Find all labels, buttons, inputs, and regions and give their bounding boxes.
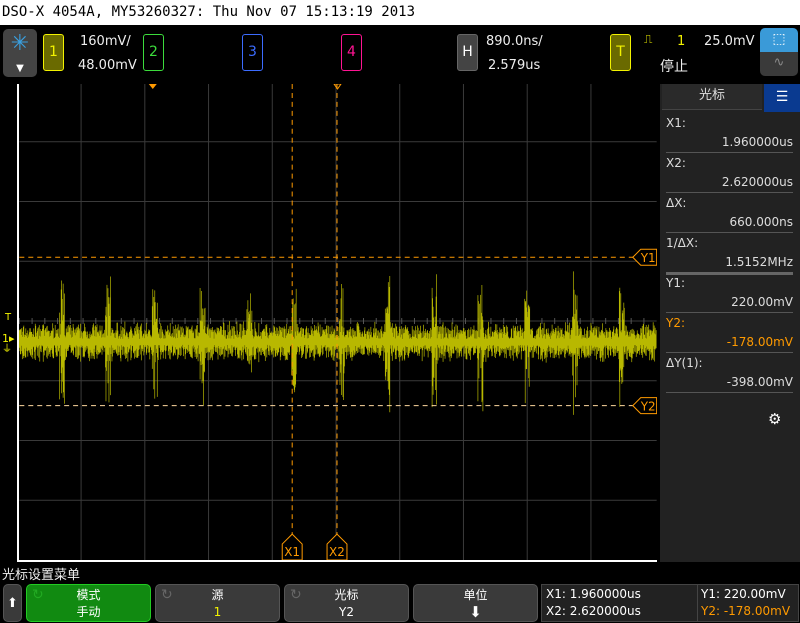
channel-3-button[interactable]: 3	[242, 34, 263, 71]
title-bar: DSO-X 4054A, MY53260327: Thu Nov 07 15:1…	[0, 0, 800, 25]
waveform-display[interactable]: X1 X2 Y1 Y2	[17, 84, 657, 562]
trigger-button[interactable]: T	[610, 34, 631, 71]
panel-item-value: 660.000ns	[729, 215, 793, 229]
panel-item-value: -398.00mV	[726, 375, 793, 389]
keysight-logo-icon: ✳	[10, 31, 30, 56]
panel-item-label: X1:	[666, 116, 686, 130]
run-status: 停止	[660, 59, 688, 75]
trigger-source: 1	[677, 34, 686, 49]
panel-item-label: Y1:	[666, 276, 686, 290]
menu-title: 光标设置菜单	[2, 568, 81, 583]
mode-softkey[interactable]: ↻ 模式 手动	[26, 584, 151, 622]
horizontal-button[interactable]: H	[457, 34, 478, 71]
panel-item-label: 1/ΔX:	[666, 236, 699, 250]
panel-item-value: 1.960000us	[721, 135, 793, 149]
ground-icon: ⏚	[2, 344, 12, 355]
channel-1-button[interactable]: 1	[43, 34, 64, 71]
chevron-down-icon: ▼	[16, 63, 24, 74]
rotate-knob-icon: ↻	[32, 587, 44, 603]
main-menu-button[interactable]: ✳ ▼	[3, 29, 37, 77]
panel-item-label: X2:	[666, 156, 686, 170]
divider	[666, 152, 793, 153]
select-box-icon: ⬚	[772, 31, 786, 47]
waveform-mode-button[interactable]: ∿	[760, 52, 798, 76]
x2-cursor-tag-label: X2	[329, 545, 345, 559]
panel-item-value: 220.00mV	[731, 295, 793, 309]
trigger-level-marker: T	[5, 312, 12, 323]
cursor-softkey[interactable]: ↻ 光标 Y2	[284, 584, 409, 622]
units-label: 单位	[463, 588, 488, 602]
y2-readout: Y2: -178.00mV	[701, 604, 791, 618]
rising-edge-icon: ⎍	[644, 32, 653, 46]
settings-gear-icon[interactable]: ⚙	[768, 410, 781, 428]
x2-readout: X2: 2.620000us	[546, 604, 641, 618]
panel-item-label: ΔX:	[666, 196, 687, 210]
rotate-knob-icon: ↻	[161, 587, 173, 603]
panel-item-value: 2.620000us	[721, 175, 793, 189]
panel-item-value: -178.00mV	[726, 335, 793, 349]
divider	[666, 192, 793, 193]
y1-readout: Y1: 220.00mV	[701, 587, 786, 601]
status-bar: ✳ ▼ 1 160mV/ 48.00mV 2 3 4 H 890.0ns/ 2.5…	[0, 25, 800, 84]
x-readout: X1: 1.960000us X2: 2.620000us	[541, 584, 698, 622]
rotate-knob-icon: ↻	[290, 587, 302, 603]
cursor-panel-tab[interactable]: 光标	[662, 84, 762, 110]
divider	[666, 392, 793, 393]
source-value: 1	[213, 605, 222, 619]
mode-label: 模式	[76, 588, 101, 602]
x1-readout: X1: 1.960000us	[546, 587, 641, 601]
y2-cursor-tag-label: Y2	[640, 400, 656, 414]
mode-value: 手动	[76, 605, 101, 619]
cursor-label: 光标	[334, 588, 359, 602]
horizontal-delay: 2.579us	[488, 58, 541, 73]
source-label: 源	[211, 588, 224, 602]
arrow-up-icon: ⬆	[7, 596, 18, 611]
list-icon: ☰	[775, 89, 789, 105]
channel-1-ground-marker[interactable]: 1▸	[2, 333, 15, 344]
cursor-panel: 光标 ☰ X1: 1.960000us X2: 2.620000us ΔX: 6…	[660, 84, 800, 562]
waveform-icon: ∿	[773, 55, 785, 70]
channel-2-button[interactable]: 2	[143, 34, 164, 71]
cursor-value: Y2	[339, 605, 354, 619]
channel-1-offset: 48.00mV	[78, 58, 137, 73]
panel-item-value: 1.5152MHz	[725, 255, 793, 269]
menu-list-button[interactable]: ☰	[764, 84, 800, 112]
divider	[666, 232, 793, 233]
horizontal-scale: 890.0ns/	[486, 34, 543, 49]
channel-4-button[interactable]: 4	[341, 34, 362, 71]
divider	[666, 352, 793, 353]
y1-cursor-tag-label: Y1	[640, 251, 656, 265]
y-readout: Y1: 220.00mV Y2: -178.00mV	[697, 584, 799, 622]
divider	[666, 272, 793, 275]
arrow-down-icon: ⬇	[469, 603, 482, 621]
units-softkey[interactable]: 单位 ⬇	[413, 584, 538, 622]
panel-item-label: Y2:	[666, 316, 686, 330]
zoom-box-mode-button[interactable]: ⬚	[760, 28, 798, 52]
menu-back-button[interactable]: ⬆	[3, 584, 22, 622]
trigger-level: 25.0mV	[704, 34, 755, 49]
channel-1-scale: 160mV/	[80, 34, 131, 49]
divider	[666, 312, 793, 313]
source-softkey[interactable]: ↻ 源 1	[155, 584, 280, 622]
panel-item-label: ΔY(1):	[666, 356, 703, 370]
x1-cursor-tag-label: X1	[284, 545, 300, 559]
